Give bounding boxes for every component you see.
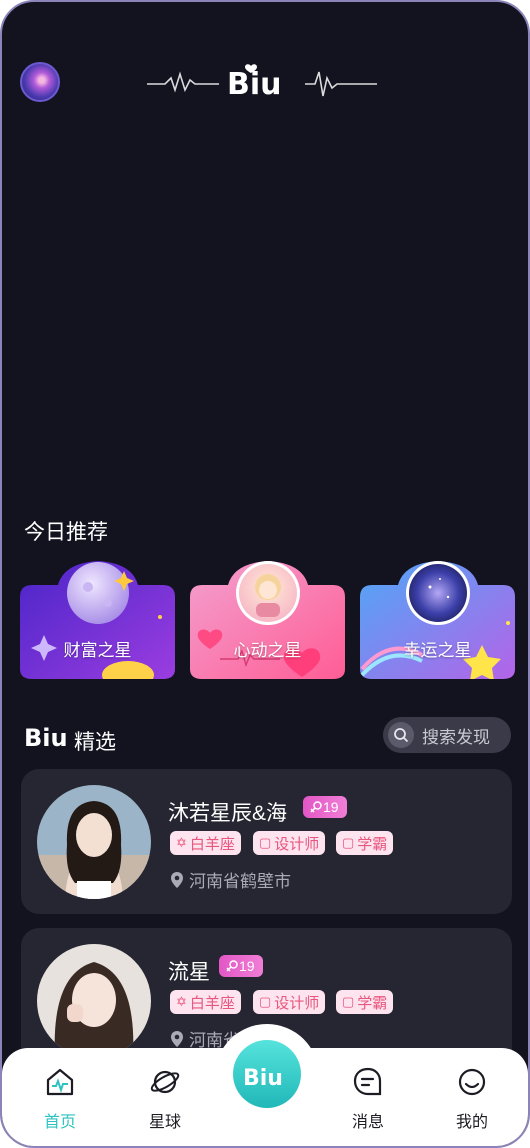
location-pin-icon	[171, 1030, 183, 1047]
today-title: 今日推荐	[24, 521, 108, 544]
center-label: Biu	[243, 1066, 283, 1091]
search-box[interactable]: 搜索发现	[383, 717, 511, 753]
age-badge: 19	[219, 955, 263, 977]
tab-messages[interactable]: 消息	[328, 1066, 408, 1132]
user-avatar[interactable]	[20, 62, 60, 102]
profile-card[interactable]: 沐若星辰&海 19 ✡ 白羊座 ▢ 设计师 ▢ 学霸 河南省鹤壁市	[21, 769, 512, 914]
bookmark-icon: ▢	[342, 835, 355, 850]
tab-label: 我的	[455, 1114, 488, 1131]
center-biu-button[interactable]: Biu	[233, 1040, 301, 1108]
tag-job: ▢ 设计师	[253, 990, 326, 1014]
card-lucky-star[interactable]: 幸运之星	[360, 557, 515, 681]
profile-avatar	[37, 944, 151, 1058]
tab-planet[interactable]: 星球	[125, 1066, 205, 1132]
featured-title: 精选	[74, 731, 116, 754]
tag-trait: ▢ 学霸	[336, 990, 394, 1014]
tab-label: 消息	[351, 1114, 384, 1131]
tab-mine[interactable]: 我的	[432, 1066, 512, 1132]
bookmark-icon: ▢	[259, 835, 272, 850]
star-of-david-icon: ✡	[176, 994, 187, 1009]
search-icon	[388, 722, 414, 748]
tab-label: 首页	[43, 1114, 76, 1131]
profile-name: 流星	[168, 961, 210, 984]
tab-home[interactable]: 首页	[20, 1066, 100, 1132]
tag-job: ▢ 设计师	[253, 831, 326, 855]
planet-icon	[150, 1070, 180, 1094]
app-logo: Biu	[147, 64, 377, 102]
location-text: 河南省鹤壁市	[189, 872, 291, 891]
tag-trait: ▢ 学霸	[336, 831, 394, 855]
card-heart-star[interactable]: 心动之星	[190, 557, 345, 679]
card-label: 心动之星	[233, 641, 302, 660]
profile-location: 河南省鹤壁市	[170, 867, 291, 892]
tag-zodiac: ✡ 白羊座	[170, 831, 241, 855]
smile-icon	[458, 1068, 486, 1096]
card-wealth-star[interactable]: 财富之星	[20, 557, 175, 689]
tab-label: 星球	[148, 1114, 181, 1131]
biu-logo-small: Biu	[24, 724, 68, 750]
message-icon	[353, 1067, 382, 1096]
biu-logo-icon: Biu	[243, 1066, 283, 1091]
female-icon	[310, 801, 322, 813]
profile-name: 沐若星辰&海	[168, 802, 288, 825]
bookmark-icon: ▢	[259, 994, 272, 1009]
card-label: 财富之星	[63, 641, 132, 660]
home-icon	[46, 1068, 74, 1096]
female-icon	[226, 960, 238, 972]
age-value: 19	[323, 799, 339, 815]
location-pin-icon	[171, 871, 183, 888]
logo-text: Biu	[24, 724, 68, 750]
bookmark-icon: ▢	[342, 994, 355, 1009]
card-label: 幸运之星	[403, 641, 472, 660]
app-screen: Biu 今日推荐 财富之星 心动之星 幸运之星 Biu 精选 搜索发现 沐若星辰…	[0, 0, 530, 1148]
tag-zodiac: ✡ 白羊座	[170, 990, 241, 1014]
star-of-david-icon: ✡	[176, 835, 187, 850]
today-cards: 财富之星 心动之星 幸运之星	[20, 557, 515, 689]
age-badge: 19	[303, 796, 347, 818]
logo-text: Biu	[227, 67, 282, 102]
age-value: 19	[239, 958, 255, 974]
profile-avatar	[37, 785, 151, 899]
search-placeholder: 搜索发现	[422, 727, 490, 747]
